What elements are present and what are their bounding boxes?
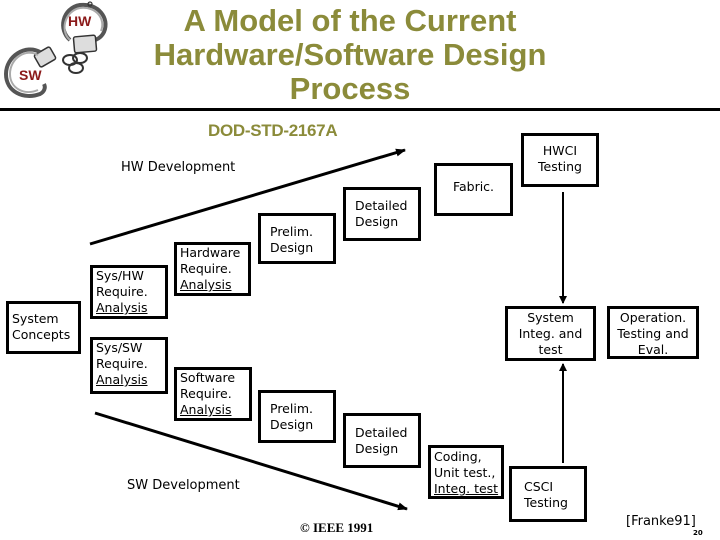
box-text: System <box>527 310 574 325</box>
box-text: Require. <box>180 386 232 401</box>
box-hw-detailed-design: Detailed Design <box>343 187 421 241</box>
box-hwci-testing: HWCI Testing <box>521 133 599 187</box>
box-hw-prelim-design: Prelim. Design <box>258 213 336 264</box>
box-text: Analysis <box>180 277 232 292</box>
box-text: Design <box>270 417 314 432</box>
box-text: Prelim. <box>270 224 313 239</box>
box-text: Require. <box>96 284 148 299</box>
box-text: HWCI <box>542 143 578 158</box>
box-text: test <box>538 342 563 357</box>
box-text: Testing and <box>617 326 689 341</box>
box-text: Integ. test <box>434 481 499 496</box>
box-csci-testing: CSCI Testing <box>509 466 587 522</box>
box-text: Unit test., <box>434 465 496 480</box>
box-text: Operation. <box>619 310 687 325</box>
box-text: Design <box>355 214 399 229</box>
box-text: Fabric. <box>452 179 495 194</box>
box-operational-testing: Operation. Testing and Eval. <box>607 306 699 359</box>
page-number: 20 <box>693 529 703 537</box>
box-coding-unit-test: Coding, Unit test., Integ. test <box>428 445 504 499</box>
box-text: Prelim. <box>270 401 313 416</box>
box-text: Testing <box>524 495 568 510</box>
box-text: Sys/SW <box>96 340 143 355</box>
box-text: Design <box>270 240 314 255</box>
box-text: Concepts <box>12 327 71 342</box>
box-fabrication: Fabric. <box>434 163 513 216</box>
box-text: Detailed <box>355 425 408 440</box>
box-text: Sys/HW <box>96 268 144 283</box>
box-text: Require. <box>180 261 232 276</box>
box-software-require: Software Require. Analysis <box>174 367 252 421</box>
sw-development-label: SW Development <box>127 478 240 493</box>
box-sw-detailed-design: Detailed Design <box>343 413 421 468</box>
box-sys-sw-require: Sys/SW Require. Analysis <box>90 337 168 394</box>
box-text: Software <box>180 370 236 385</box>
box-hardware-require: Hardware Require. Analysis <box>174 242 251 296</box>
box-text: Hardware <box>180 245 241 260</box>
box-text: Testing <box>538 159 582 174</box>
box-text: System <box>12 311 59 326</box>
citation: [Franke91] <box>626 514 696 529</box>
box-sw-prelim-design: Prelim. Design <box>258 390 336 443</box>
box-text: Integ. and <box>518 326 583 341</box>
box-text: Detailed <box>355 198 408 213</box>
box-text: CSCI <box>524 479 554 494</box>
box-text: Coding, <box>434 449 482 464</box>
box-text: Analysis <box>96 300 148 315</box>
box-text: Require. <box>96 356 148 371</box>
box-text: Design <box>355 441 399 456</box>
box-text: Eval. <box>637 342 669 357</box>
box-system-concepts: System Concepts <box>6 301 81 354</box>
box-text: Analysis <box>180 402 232 417</box>
copyright-notice: © IEEE 1991 <box>300 520 374 535</box>
box-text: Analysis <box>96 372 148 387</box>
box-sys-hw-require: Sys/HW Require. Analysis <box>90 265 168 319</box>
box-system-integration-test: System Integ. and test <box>505 306 596 361</box>
hw-development-label: HW Development <box>121 160 236 175</box>
